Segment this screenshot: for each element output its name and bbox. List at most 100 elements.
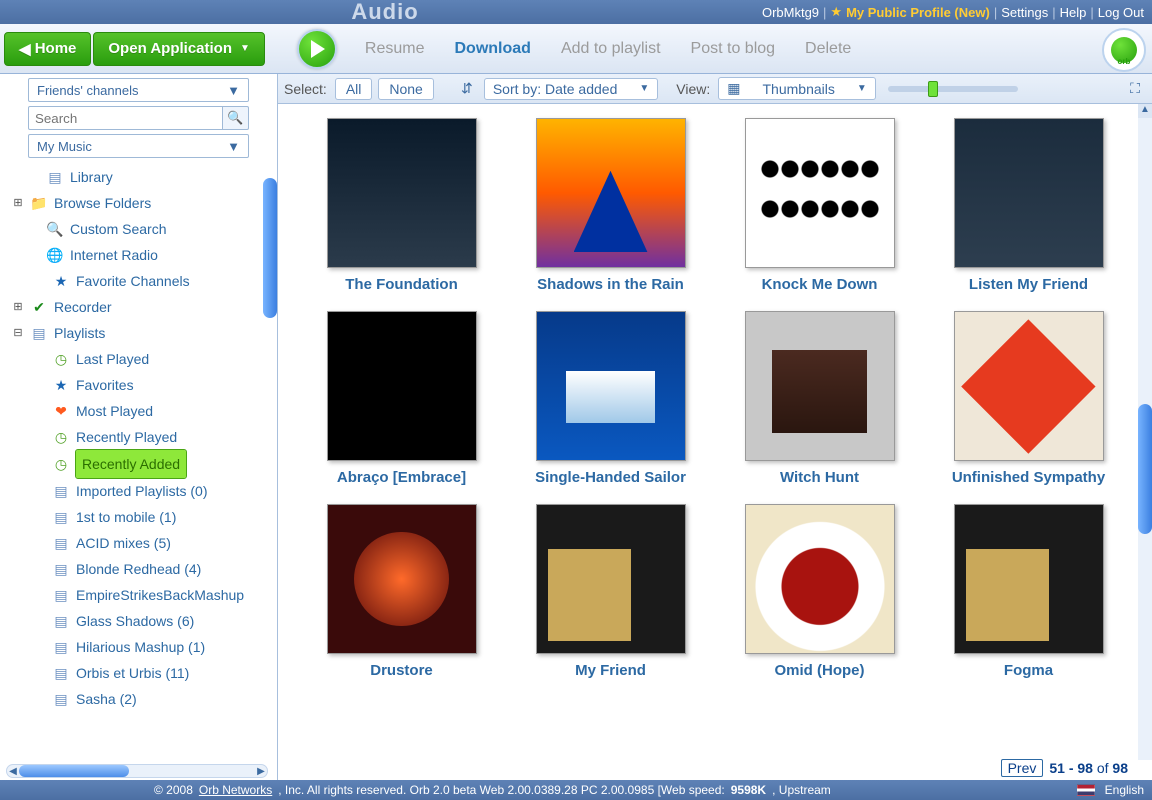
sort-toggle-icon[interactable]: ⇵ [456,80,478,97]
friends-channels-dropdown[interactable]: Friends' channels▼ [28,78,249,102]
album-title: Shadows in the Rain [515,276,706,293]
tree-library[interactable]: ▤Library [8,164,273,190]
album-art [954,504,1104,654]
playlists-icon: ▤ [30,320,48,346]
tree-internet-radio[interactable]: 🌐Internet Radio [8,242,273,268]
thumbnail-size-slider[interactable] [888,86,1018,92]
scroll-right-icon[interactable]: ▶ [255,766,267,777]
language-selector[interactable]: English [1105,783,1144,797]
tree-playlist-item[interactable]: ▤ACID mixes (5) [8,530,273,556]
album-card[interactable]: Single-Handed Sailor [515,311,706,486]
tree-playlist-item[interactable]: ▤Blonde Redhead (4) [8,556,273,582]
tree-recently-added[interactable]: ◷Recently Added [8,450,273,478]
user-link[interactable]: OrbMktg9 [762,5,819,20]
open-application-button[interactable]: Open Application▼ [93,32,265,66]
company-link[interactable]: Orb Networks [199,783,272,797]
playlist-icon: ▤ [52,478,70,504]
download-action[interactable]: Download [455,40,531,58]
status-bar: © 2008 Orb Networks , Inc. All rights re… [0,780,1152,800]
select-all-button[interactable]: All [335,78,373,100]
album-card[interactable]: Abraço [Embrace] [306,311,497,486]
sort-dropdown[interactable]: Sort by: Date added▼ [484,78,658,100]
orb-logo[interactable]: orb [1102,28,1146,72]
fullscreen-icon[interactable]: ⛶ [1124,80,1146,97]
scroll-up-icon[interactable]: ▲ [1138,104,1152,118]
help-link[interactable]: Help [1060,5,1087,20]
album-card[interactable]: The Foundation [306,118,497,293]
album-art [536,504,686,654]
album-art [536,311,686,461]
public-profile-link[interactable]: My Public Profile (New) [846,5,990,20]
tree-playlist-item[interactable]: ▤1st to mobile (1) [8,504,273,530]
toolbar: ◀ Home Open Application▼ Resume Download… [0,24,1152,74]
tree-recently-played[interactable]: ◷Recently Played [8,424,273,450]
thumbnails-icon: ▦ [727,80,740,97]
tree-custom-search[interactable]: 🔍Custom Search [8,216,273,242]
sidebar-hscroll[interactable]: ◀ ▶ [6,764,268,778]
album-card[interactable]: Drustore [306,504,497,679]
album-card[interactable]: Knock Me Down [724,118,915,293]
sidebar-scrollbar[interactable] [263,178,277,318]
album-title: Drustore [306,662,497,679]
album-title: Fogma [933,662,1124,679]
album-title: Unfinished Sympathy [933,469,1124,486]
library-icon: ▤ [46,164,64,190]
tree-playlists[interactable]: ⊟▤Playlists [8,320,273,346]
clock-icon: ◷ [52,424,70,450]
album-card[interactable]: Shadows in the Rain [515,118,706,293]
tree-playlist-item[interactable]: ▤Glass Shadows (6) [8,608,273,634]
chevron-down-icon: ▼ [227,83,240,98]
chevron-down-icon: ▼ [227,139,240,154]
play-button[interactable] [297,29,337,69]
star-icon: ★ [52,372,70,398]
album-card[interactable]: Fogma [933,504,1124,679]
album-art [745,504,895,654]
tree-playlist-item[interactable]: ▤Hilarious Mashup (1) [8,634,273,660]
star-icon: ★ [52,268,70,294]
prev-page-button[interactable]: Prev [1001,759,1044,777]
tree-playlist-item[interactable]: ▤EmpireStrikesBackMashup [8,582,273,608]
tree-browse-folders[interactable]: ⊞📁Browse Folders [8,190,273,216]
search-icon: 🔍 [46,216,64,242]
scroll-left-icon[interactable]: ◀ [7,766,19,777]
search-button[interactable]: 🔍 [223,106,249,130]
page-total: 98 [1112,760,1128,776]
flag-icon [1077,784,1095,796]
album-title: Listen My Friend [933,276,1124,293]
tree-playlist-item[interactable]: ▤Orbis et Urbis (11) [8,660,273,686]
filter-bar: Select: All None ⇵ Sort by: Date added▼ … [278,74,1152,104]
web-speed: 9598K [731,783,766,797]
delete-action[interactable]: Delete [805,40,851,58]
slider-knob[interactable] [928,81,938,97]
album-card[interactable]: My Friend [515,504,706,679]
tree-playlist-item[interactable]: ▤Sasha (2) [8,686,273,712]
folder-icon: 📁 [30,190,48,216]
album-card[interactable]: Listen My Friend [933,118,1124,293]
album-card[interactable]: Witch Hunt [724,311,915,486]
tree-favorite-channels[interactable]: ★Favorite Channels [8,268,273,294]
play-icon [311,40,325,58]
content-area: The Foundation Shadows in the Rain Knock… [278,104,1152,760]
album-title: My Friend [515,662,706,679]
settings-link[interactable]: Settings [1001,5,1048,20]
tree-most-played[interactable]: ❤Most Played [8,398,273,424]
album-card[interactable]: Unfinished Sympathy [933,311,1124,486]
hscroll-thumb[interactable] [19,765,129,777]
nav-tree: ▤Library ⊞📁Browse Folders 🔍Custom Search… [8,164,273,764]
home-button[interactable]: ◀ Home [4,32,91,66]
album-card[interactable]: Omid (Hope) [724,504,915,679]
tree-recorder[interactable]: ⊞✔Recorder [8,294,273,320]
tree-imported-playlists[interactable]: ▤Imported Playlists (0) [8,478,273,504]
logout-link[interactable]: Log Out [1098,5,1144,20]
resume-action[interactable]: Resume [365,40,425,58]
content-scrollbar[interactable] [1138,404,1152,534]
select-none-button[interactable]: None [378,78,433,100]
source-dropdown[interactable]: My Music▼ [28,134,249,158]
album-art [745,311,895,461]
tree-last-played[interactable]: ◷Last Played [8,346,273,372]
tree-favorites[interactable]: ★Favorites [8,372,273,398]
search-input[interactable] [28,106,223,130]
view-dropdown[interactable]: ▦Thumbnails▼ [718,77,876,100]
add-to-playlist-action[interactable]: Add to playlist [561,40,661,58]
post-to-blog-action[interactable]: Post to blog [691,40,776,58]
